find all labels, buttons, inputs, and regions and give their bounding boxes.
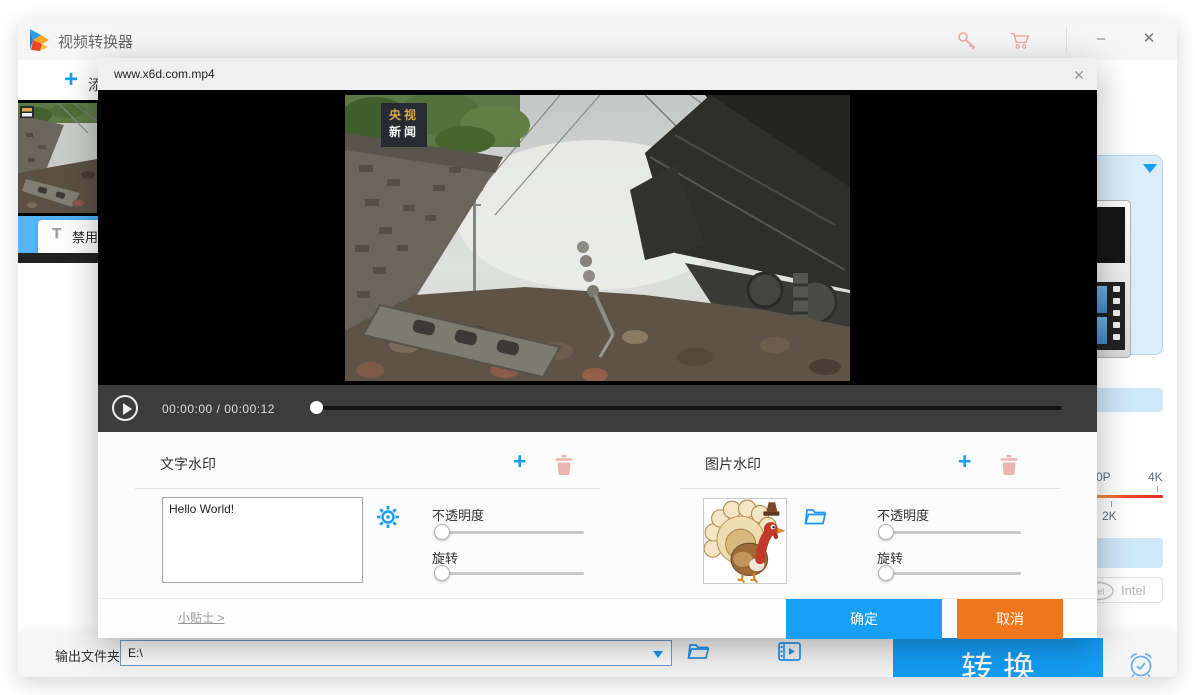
cart-icon[interactable]: [1008, 30, 1032, 52]
text-watermark-title: 文字水印: [160, 454, 216, 474]
video-stage: 央视 新闻: [98, 90, 1097, 385]
time-separator: /: [217, 402, 221, 416]
app-logo-icon: [26, 27, 52, 53]
image-watermark-divider: [680, 488, 1060, 489]
app-window: 视频转换器 – ✕ + 添: [18, 18, 1177, 677]
text-watermark-add-button[interactable]: +: [513, 448, 526, 475]
seek-slider[interactable]: [310, 401, 1062, 415]
add-file-plus-icon[interactable]: +: [64, 66, 78, 94]
image-opacity-slider[interactable]: [878, 524, 1021, 540]
watermark-dialog: www.x6d.com.mp4 ✕: [98, 58, 1097, 638]
text-opacity-label: 不透明度: [432, 505, 484, 524]
badge-line1: 央视: [381, 107, 427, 124]
dialog-header: www.x6d.com.mp4 ✕: [98, 58, 1097, 90]
format-dropdown-arrow-icon[interactable]: [1143, 164, 1157, 173]
play-icon: [123, 403, 132, 415]
video-preview: 央视 新闻: [345, 95, 850, 381]
text-rotate-slider[interactable]: [434, 565, 584, 581]
open-folder-icon[interactable]: [686, 639, 712, 663]
text-watermark-input[interactable]: Hello World!: [162, 497, 363, 583]
text-tool-icon: T: [52, 225, 61, 242]
resolution-tick-2k: [1111, 501, 1112, 507]
register-key-icon[interactable]: [955, 30, 979, 52]
cancel-button[interactable]: 取消: [957, 599, 1063, 639]
resolution-label-2k: 2K: [1102, 509, 1117, 523]
seek-knob[interactable]: [310, 401, 323, 414]
intel-label: Intel: [1121, 583, 1146, 598]
minimize-button[interactable]: –: [1086, 24, 1116, 54]
badge-line2: 新闻: [381, 124, 427, 141]
image-opacity-track[interactable]: [878, 531, 1021, 534]
video-thumbnail[interactable]: [18, 103, 97, 213]
image-opacity-label: 不透明度: [877, 505, 929, 524]
image-watermark-delete-icon[interactable]: [1000, 455, 1018, 475]
text-watermark-delete-icon[interactable]: [555, 455, 573, 475]
output-folder-value: E:\: [128, 646, 143, 660]
image-rotate-slider[interactable]: [878, 565, 1021, 581]
resolution-label-4k: 4K: [1148, 470, 1163, 484]
image-opacity-knob[interactable]: [878, 524, 894, 540]
titlebar-separator: [1066, 26, 1067, 54]
play-button[interactable]: [112, 395, 138, 421]
image-watermark-title: 图片水印: [705, 454, 761, 474]
dialog-title: www.x6d.com.mp4: [114, 67, 215, 81]
dialog-footer: 小贴士 > 确定 取消: [98, 598, 1097, 638]
dialog-close-button[interactable]: ✕: [1069, 65, 1089, 85]
time-display: 00:00:00 / 00:00:12: [162, 402, 275, 416]
text-rotate-knob[interactable]: [434, 565, 450, 581]
time-total: 00:00:12: [224, 402, 275, 416]
ok-button[interactable]: 确定: [786, 599, 942, 639]
merge-clip-icon[interactable]: [776, 639, 804, 665]
image-rotate-knob[interactable]: [878, 565, 894, 581]
text-rotate-track[interactable]: [434, 572, 584, 575]
combo-dropdown-arrow-icon[interactable]: [653, 651, 663, 658]
image-watermark-preview[interactable]: [703, 498, 787, 584]
turkey-image: [704, 499, 786, 583]
image-watermark-add-button[interactable]: +: [958, 448, 971, 475]
player-bar: 00:00:00 / 00:00:12: [98, 385, 1097, 432]
time-current: 00:00:00: [162, 402, 213, 416]
close-button[interactable]: ✕: [1134, 24, 1164, 54]
resolution-label-1080p-partial: 0P: [1096, 470, 1111, 484]
titlebar: 视频转换器 – ✕: [18, 18, 1177, 60]
text-opacity-knob[interactable]: [434, 524, 450, 540]
app-title: 视频转换器: [58, 31, 133, 52]
text-settings-gear-icon[interactable]: [376, 505, 400, 529]
convert-button[interactable]: 转换: [893, 638, 1103, 677]
browse-image-folder-icon[interactable]: [803, 506, 829, 528]
image-rotate-track[interactable]: [878, 572, 1021, 575]
resolution-tick-4k: [1157, 486, 1158, 492]
tab-disable-label: 禁用: [72, 227, 98, 246]
text-opacity-track[interactable]: [434, 531, 584, 534]
seek-track[interactable]: [310, 406, 1062, 410]
text-watermark-divider: [135, 488, 600, 489]
output-folder-combobox[interactable]: E:\: [120, 640, 672, 666]
text-opacity-slider[interactable]: [434, 524, 584, 540]
alarm-clock-icon[interactable]: [1126, 651, 1156, 677]
output-folder-label: 输出文件夹:: [55, 646, 124, 665]
tips-link[interactable]: 小贴士 >: [178, 609, 224, 626]
cctv-news-badge: 央视 新闻: [381, 103, 427, 147]
